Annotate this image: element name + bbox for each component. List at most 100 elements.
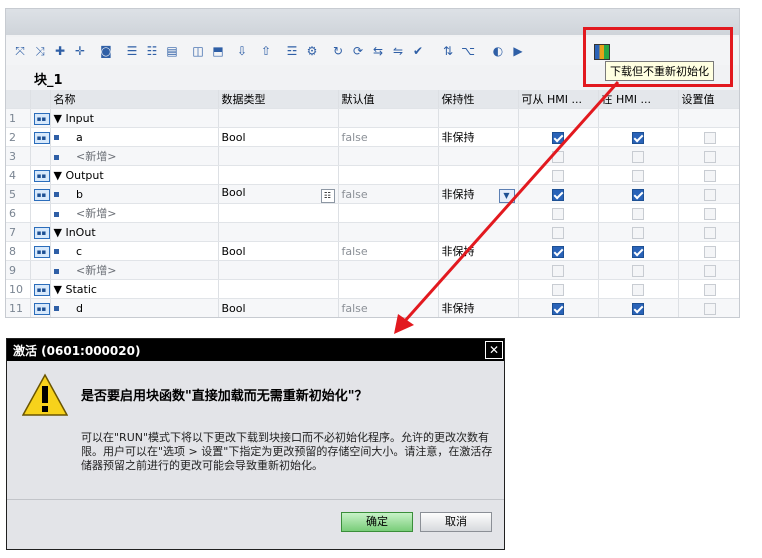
- header-hmi-access[interactable]: 可从 HMI ...: [518, 90, 599, 109]
- row-default[interactable]: [338, 108, 439, 128]
- hmi-access-checkbox[interactable]: [552, 150, 564, 163]
- sort-icon[interactable]: ⇅: [440, 43, 456, 59]
- row-retain[interactable]: [438, 203, 519, 223]
- ok-button[interactable]: 确定: [341, 512, 413, 532]
- row-name-cell[interactable]: ▼ Output: [50, 165, 219, 185]
- row-datatype[interactable]: [218, 222, 339, 242]
- row-name-cell[interactable]: c: [50, 241, 219, 261]
- row-datatype[interactable]: [218, 260, 339, 280]
- insert-row-icon[interactable]: ⤧: [12, 43, 28, 59]
- chevron-down-icon[interactable]: ▼: [498, 188, 515, 203]
- hmi-access-checkbox[interactable]: [552, 131, 564, 144]
- hmi-visible-checkbox[interactable]: [632, 302, 644, 315]
- close-icon[interactable]: ✕: [485, 341, 503, 359]
- hmi-visible-checkbox[interactable]: [632, 131, 644, 144]
- expand-all-icon[interactable]: ☰: [124, 43, 140, 59]
- list-view-icon[interactable]: ▤: [164, 43, 180, 59]
- row-datatype[interactable]: Bool: [218, 298, 339, 317]
- row-default[interactable]: false: [338, 241, 439, 261]
- header-setpoint[interactable]: 设置值: [678, 90, 739, 109]
- expand-arrow-icon[interactable]: ▼: [54, 226, 62, 239]
- row-default[interactable]: [338, 165, 439, 185]
- reload-icon[interactable]: ↻: [330, 43, 346, 59]
- hmi-access-checkbox[interactable]: [552, 226, 564, 239]
- row-name-cell[interactable]: a: [50, 127, 219, 147]
- row-name-cell[interactable]: d: [50, 298, 219, 317]
- hmi-access-checkbox[interactable]: [552, 283, 564, 296]
- add-row-below-icon[interactable]: ✛: [72, 43, 88, 59]
- row-default[interactable]: [338, 260, 439, 280]
- table-row[interactable]: 5 ▪▪ b Bool ☷ false 非保持 ▼: [6, 184, 739, 204]
- row-datatype[interactable]: [218, 108, 339, 128]
- hmi-access-checkbox[interactable]: [552, 207, 564, 220]
- header-datatype[interactable]: 数据类型: [218, 90, 339, 109]
- absolute-address-icon[interactable]: ☲: [284, 43, 300, 59]
- add-row-icon[interactable]: ✚: [52, 43, 68, 59]
- run-icon[interactable]: ▶: [510, 43, 526, 59]
- download-without-reinit-icon[interactable]: [594, 44, 610, 60]
- hmi-visible-checkbox[interactable]: [632, 264, 644, 277]
- row-retain[interactable]: [438, 108, 519, 128]
- monitor-icon[interactable]: ◙: [98, 43, 114, 59]
- row-name-cell[interactable]: <新增>: [50, 260, 219, 280]
- setpoint-checkbox[interactable]: [703, 226, 716, 239]
- row-datatype[interactable]: Bool: [218, 241, 339, 261]
- row-retain[interactable]: [438, 260, 519, 280]
- row-retain[interactable]: 非保持: [438, 241, 519, 261]
- hmi-visible-checkbox[interactable]: [632, 150, 644, 163]
- row-default[interactable]: false: [338, 298, 439, 317]
- row-datatype[interactable]: Bool: [218, 127, 339, 147]
- table-row[interactable]: 4 ▪▪ ▼ Output: [6, 165, 739, 185]
- table-row[interactable]: 2 ▪▪ a Bool false 非保持: [6, 127, 739, 147]
- row-name-cell[interactable]: ▼ InOut: [50, 222, 219, 242]
- setpoint-checkbox[interactable]: [703, 264, 716, 277]
- row-name-cell[interactable]: <新增>: [50, 203, 219, 223]
- row-default[interactable]: [338, 222, 439, 242]
- setpoint-checkbox[interactable]: [703, 150, 716, 163]
- setpoint-checkbox[interactable]: [703, 169, 716, 182]
- row-default[interactable]: [338, 203, 439, 223]
- table-row[interactable]: 6 <新增>: [6, 203, 739, 223]
- row-retain[interactable]: 非保持 ▼: [438, 184, 519, 204]
- hmi-visible-checkbox[interactable]: [632, 245, 644, 258]
- row-name-cell[interactable]: ▼ Input: [50, 108, 219, 128]
- setpoint-checkbox[interactable]: [703, 188, 716, 201]
- row-retain[interactable]: [438, 279, 519, 299]
- row-retain[interactable]: 非保持: [438, 127, 519, 147]
- row-datatype[interactable]: [218, 279, 339, 299]
- row-default[interactable]: [338, 146, 439, 166]
- row-default[interactable]: false: [338, 127, 439, 147]
- setpoint-checkbox[interactable]: [703, 302, 716, 315]
- hmi-access-checkbox[interactable]: [552, 264, 564, 277]
- row-datatype[interactable]: [218, 146, 339, 166]
- row-retain[interactable]: 非保持: [438, 298, 519, 317]
- setpoint-checkbox[interactable]: [703, 207, 716, 220]
- table-row[interactable]: 3 <新增>: [6, 146, 739, 166]
- hmi-access-checkbox[interactable]: [552, 302, 564, 315]
- row-retain[interactable]: [438, 165, 519, 185]
- row-datatype[interactable]: Bool ☷: [218, 184, 339, 204]
- hmi-access-checkbox[interactable]: [552, 169, 564, 182]
- row-name-cell[interactable]: <新增>: [50, 146, 219, 166]
- row-default[interactable]: [338, 279, 439, 299]
- table-row[interactable]: 1 ▪▪ ▼ Input: [6, 108, 739, 128]
- row-retain[interactable]: [438, 222, 519, 242]
- setpoint-checkbox[interactable]: [703, 245, 716, 258]
- download-icon[interactable]: ⇩: [234, 43, 250, 59]
- hmi-access-checkbox[interactable]: [552, 188, 564, 201]
- verify-icon[interactable]: ✔: [410, 43, 426, 59]
- hmi-access-checkbox[interactable]: [552, 245, 564, 258]
- hmi-visible-checkbox[interactable]: [632, 283, 644, 296]
- table-row[interactable]: 9 <新增>: [6, 260, 739, 280]
- cancel-button[interactable]: 取消: [420, 512, 492, 532]
- expand-arrow-icon[interactable]: ▼: [54, 169, 62, 182]
- header-hmi-visible[interactable]: 在 HMI ...: [598, 90, 679, 109]
- row-retain[interactable]: [438, 146, 519, 166]
- row-datatype[interactable]: [218, 165, 339, 185]
- expand-arrow-icon[interactable]: ▼: [54, 283, 62, 296]
- setpoint-checkbox[interactable]: [703, 131, 716, 144]
- row-name-cell[interactable]: ▼ Static: [50, 279, 219, 299]
- upload-icon[interactable]: ⇧: [258, 43, 274, 59]
- table-row[interactable]: 10 ▪▪ ▼ Static: [6, 279, 739, 299]
- row-default[interactable]: false: [338, 184, 439, 204]
